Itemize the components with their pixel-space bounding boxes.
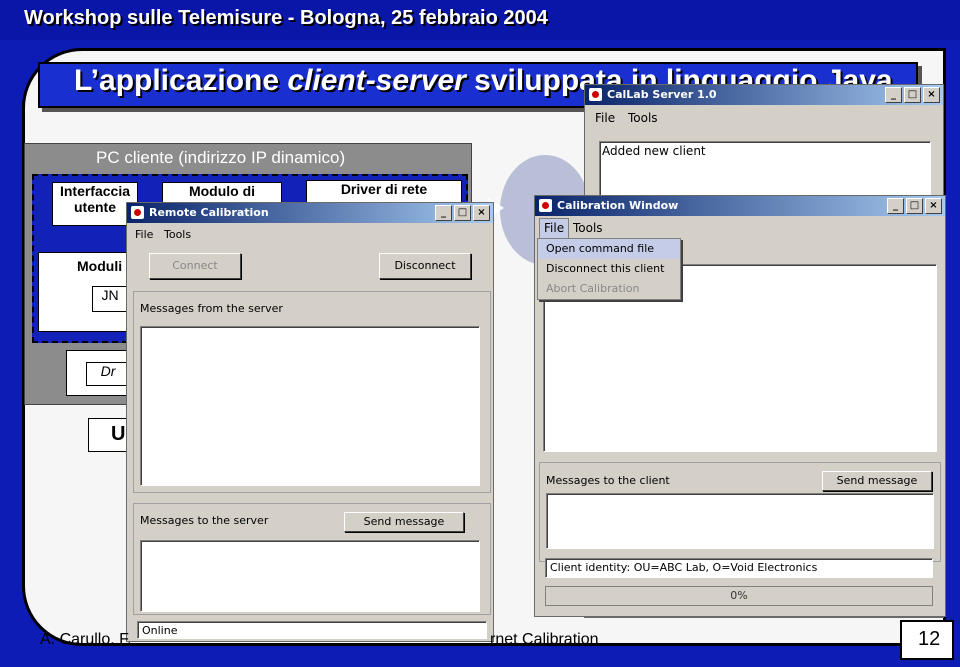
- close-icon[interactable]: ×: [923, 87, 940, 103]
- maximize-icon[interactable]: □: [906, 198, 923, 214]
- calibration-titlebar[interactable]: Calibration Window _ □ ×: [535, 196, 945, 216]
- messages-from-server-group: Messages from the server: [133, 291, 491, 493]
- messages-from-server-label: Messages from the server: [140, 302, 283, 315]
- calibration-window: Calibration Window _ □ × File Tools Open…: [534, 195, 946, 617]
- slide-header: Workshop sulle Telemisure - Bologna, 25 …: [24, 7, 548, 29]
- progress-text: 0%: [730, 589, 748, 602]
- footer-title: rnet Calibration: [490, 631, 599, 648]
- menu-tools[interactable]: Tools: [573, 221, 603, 235]
- menu-file[interactable]: File: [595, 111, 615, 125]
- menu-item-abort-calibration[interactable]: Abort Calibration: [538, 279, 680, 299]
- close-icon[interactable]: ×: [925, 198, 942, 214]
- calibration-progress-bar: 0%: [545, 586, 933, 606]
- messages-to-server-label: Messages to the server: [140, 514, 269, 527]
- slide-number: 12: [918, 628, 941, 650]
- window-title: CalLab Server 1.0: [607, 88, 717, 101]
- footer-authors: A. Carullo, F.: [40, 631, 132, 648]
- messages-from-server-area[interactable]: [140, 326, 480, 486]
- disconnect-button[interactable]: Disconnect: [379, 253, 471, 279]
- minimize-icon[interactable]: _: [435, 205, 452, 221]
- remote-calibration-window: Remote Calibration _ □ × File Tools Conn…: [126, 202, 494, 642]
- menu-tools[interactable]: Tools: [164, 228, 191, 241]
- message-to-client-input[interactable]: [546, 493, 934, 549]
- menu-file[interactable]: File: [135, 228, 153, 241]
- file-menu-dropdown: Open command file Disconnect this client…: [537, 238, 681, 300]
- dr-box: Dr: [86, 362, 130, 386]
- java-app-icon: [539, 199, 552, 212]
- minimize-icon[interactable]: _: [887, 198, 904, 214]
- window-title: Remote Calibration: [149, 206, 269, 219]
- connect-button[interactable]: Connect: [149, 253, 241, 279]
- pc-client-label: PC cliente (indirizzo IP dinamico): [96, 148, 346, 167]
- messages-to-client-label: Messages to the client: [546, 474, 670, 487]
- remote-calibration-titlebar[interactable]: Remote Calibration _ □ ×: [127, 203, 493, 223]
- server-log[interactable]: Added new client: [599, 141, 931, 201]
- status-field: Online: [137, 621, 487, 639]
- log-entry: Added new client: [602, 144, 706, 158]
- callab-server-titlebar[interactable]: CalLab Server 1.0 _ □ ×: [585, 85, 943, 105]
- send-message-button[interactable]: Send message: [822, 471, 932, 491]
- messages-to-server-group: Messages to the server Send message: [133, 503, 491, 615]
- menu-tools[interactable]: Tools: [628, 111, 658, 125]
- menu-item-open-command-file[interactable]: Open command file: [538, 239, 680, 259]
- java-app-icon: [131, 206, 144, 219]
- client-identity-field: Client identity: OU=ABC Lab, O=Void Elec…: [545, 558, 933, 578]
- maximize-icon[interactable]: □: [904, 87, 921, 103]
- menu-file[interactable]: File: [539, 218, 570, 240]
- send-message-button[interactable]: Send message: [344, 512, 464, 532]
- minimize-icon[interactable]: _: [885, 87, 902, 103]
- menu-item-disconnect-client[interactable]: Disconnect this client: [538, 259, 680, 279]
- maximize-icon[interactable]: □: [454, 205, 471, 221]
- java-app-icon: [589, 88, 602, 101]
- window-title: Calibration Window: [557, 199, 679, 212]
- close-icon[interactable]: ×: [473, 205, 490, 221]
- messages-to-client-group: Messages to the client Send message: [539, 462, 941, 562]
- jn-box: JN: [92, 286, 128, 312]
- message-to-server-input[interactable]: [140, 540, 480, 612]
